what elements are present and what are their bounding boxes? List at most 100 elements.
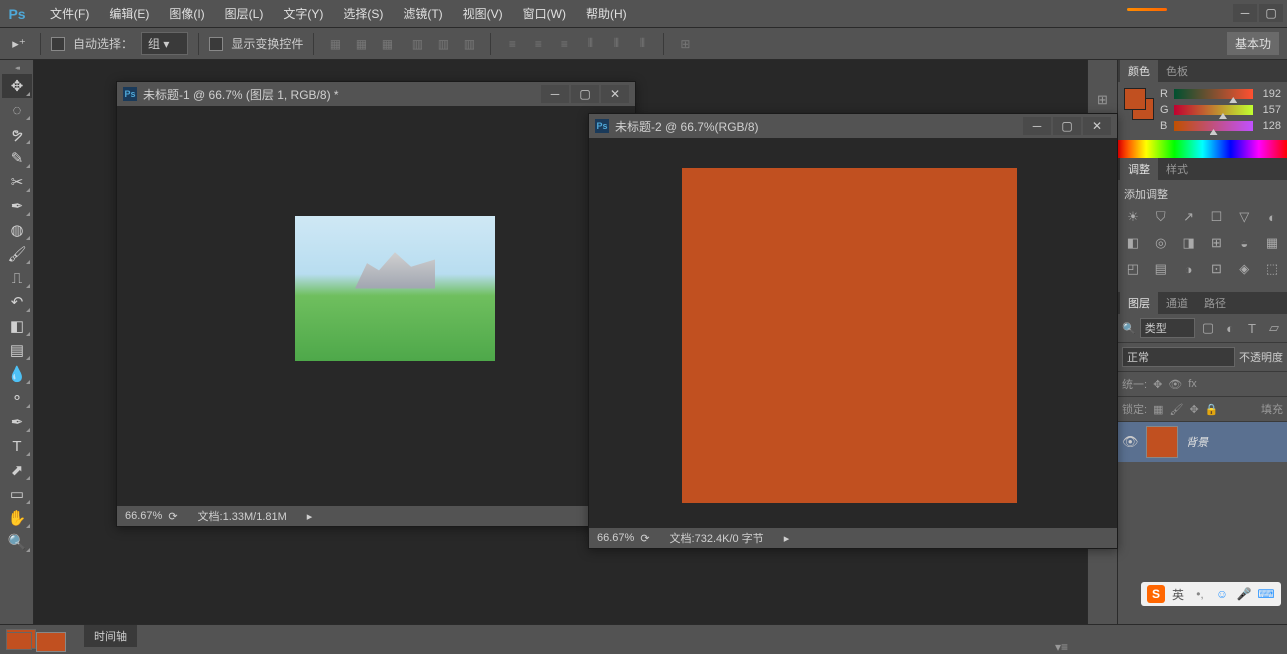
doc2-canvas[interactable] <box>589 138 1117 528</box>
type-tool[interactable]: T <box>2 434 32 458</box>
layer-name-label[interactable]: 背景 <box>1186 434 1208 450</box>
gradient-tool[interactable]: ▤ <box>2 338 32 362</box>
eyedropper-tool[interactable]: ✒ <box>2 194 32 218</box>
selective-color-icon[interactable]: ◑ <box>1180 260 1198 278</box>
vibrance-icon[interactable]: ▽ <box>1235 208 1253 226</box>
align-left-edges-button[interactable]: ▥ <box>406 34 428 54</box>
menu-image[interactable]: 图像(I) <box>159 1 214 26</box>
history-panel-icon[interactable]: ⊞ <box>1093 90 1113 110</box>
doc2-titlebar[interactable]: Ps 未标题-2 @ 66.7%(RGB/8) ─ ▢ ✕ <box>589 114 1117 138</box>
doc1-minimize-button[interactable]: ─ <box>541 85 569 103</box>
play-icon[interactable]: ▸ <box>784 532 790 545</box>
posterize-icon[interactable]: ▦ <box>1263 234 1281 252</box>
play-icon[interactable]: ▸ <box>307 510 313 523</box>
menu-help[interactable]: 帮助(H) <box>576 1 637 26</box>
align-top-edges-button[interactable]: ▦ <box>324 34 346 54</box>
layer-background[interactable]: 👁 背景 <box>1118 422 1287 462</box>
tab-paths[interactable]: 路径 <box>1196 292 1234 314</box>
color-spectrum[interactable] <box>1118 140 1287 158</box>
r-slider[interactable] <box>1174 89 1253 99</box>
ime-lang[interactable]: 英 <box>1169 585 1187 603</box>
adj-icon-5[interactable]: ◈ <box>1235 260 1253 278</box>
photo-filter-icon[interactable]: ◎ <box>1152 234 1170 252</box>
distribute-vcenter-button[interactable]: ≡ <box>527 34 549 54</box>
ime-punct-icon[interactable]: •, <box>1191 585 1209 603</box>
show-transform-checkbox[interactable] <box>209 37 223 51</box>
history-brush-tool[interactable]: ↶ <box>2 290 32 314</box>
threshold-icon[interactable]: ◰ <box>1124 260 1142 278</box>
menu-edit[interactable]: 编辑(E) <box>99 1 159 26</box>
align-right-edges-button[interactable]: ▥ <box>458 34 480 54</box>
ime-keyboard-icon[interactable]: ⌨ <box>1257 585 1275 603</box>
doc1-maximize-button[interactable]: ▢ <box>571 85 599 103</box>
zoom-tool[interactable]: 🔍 <box>2 530 32 554</box>
layer-visibility-icon[interactable]: 👁 <box>1122 434 1138 450</box>
window-maximize-button[interactable]: ▢ <box>1259 4 1283 22</box>
unify-vis-icon[interactable]: 👁 <box>1168 378 1182 391</box>
ime-bar[interactable]: S 英 •, ☺ 🎤 ⌨ <box>1141 582 1281 606</box>
doc2-maximize-button[interactable]: ▢ <box>1053 117 1081 135</box>
b-slider[interactable] <box>1174 121 1253 131</box>
channel-mixer-icon[interactable]: ◨ <box>1180 234 1198 252</box>
ime-emoji-icon[interactable]: ☺ <box>1213 585 1231 603</box>
distribute-top-button[interactable]: ≡ <box>501 34 523 54</box>
menu-filter[interactable]: 滤镜(T) <box>393 1 452 26</box>
adj-icon-4[interactable]: ⊡ <box>1208 260 1226 278</box>
color-lookup-icon[interactable]: ⊞ <box>1208 234 1226 252</box>
lock-pixels-icon[interactable]: 🖌 <box>1169 403 1183 416</box>
auto-select-checkbox[interactable] <box>51 37 65 51</box>
unify-pos-icon[interactable]: ✥ <box>1153 378 1162 391</box>
menu-view[interactable]: 视图(V) <box>453 1 513 26</box>
g-slider[interactable] <box>1174 105 1253 115</box>
clone-stamp-tool[interactable]: ⎍ <box>2 266 32 290</box>
ime-mic-icon[interactable]: 🎤 <box>1235 585 1253 603</box>
toolbox-handle[interactable] <box>0 64 33 72</box>
r-value[interactable]: 192 <box>1257 88 1281 100</box>
document-window-2[interactable]: Ps 未标题-2 @ 66.7%(RGB/8) ─ ▢ ✕ 66.67%⟳ 文档… <box>588 113 1118 549</box>
crop-tool[interactable]: ✂ <box>2 170 32 194</box>
levels-icon[interactable]: ⛉ <box>1152 208 1170 226</box>
invert-icon[interactable]: ◒ <box>1235 234 1253 252</box>
doc1-titlebar[interactable]: Ps 未标题-1 @ 66.7% (图层 1, RGB/8) * ─ ▢ ✕ <box>117 82 635 106</box>
path-select-tool[interactable]: ⬈ <box>2 458 32 482</box>
move-tool[interactable]: ✥ <box>2 74 32 98</box>
menu-type[interactable]: 文字(Y) <box>273 1 333 26</box>
g-value[interactable]: 157 <box>1257 104 1281 116</box>
fg-bg-swatch[interactable] <box>1124 88 1154 123</box>
filter-type-icon[interactable]: T <box>1243 319 1261 337</box>
align-vcenter-button[interactable]: ▦ <box>350 34 372 54</box>
bw-icon[interactable]: ◧ <box>1124 234 1142 252</box>
timeline-tab[interactable]: 时间轴 <box>84 625 137 647</box>
rotate-icon[interactable]: ⟳ <box>640 532 649 545</box>
doc2-close-button[interactable]: ✕ <box>1083 117 1111 135</box>
tab-swatches[interactable]: 色板 <box>1158 60 1196 82</box>
adj-icon-6[interactable]: ⬚ <box>1263 260 1281 278</box>
healing-brush-tool[interactable]: ◍ <box>2 218 32 242</box>
auto-align-button[interactable]: ⊞ <box>674 34 696 54</box>
gradient-map-icon[interactable]: ▤ <box>1152 260 1170 278</box>
marquee-tool[interactable]: ◌ <box>2 98 32 122</box>
pen-tool[interactable]: ✒ <box>2 410 32 434</box>
menu-layer[interactable]: 图层(L) <box>215 1 274 26</box>
lasso-tool[interactable]: ຯ <box>2 122 32 146</box>
top-slider[interactable] <box>1127 8 1177 18</box>
unify-style-icon[interactable]: fx <box>1188 378 1197 390</box>
distribute-left-button[interactable]: ⦀ <box>579 34 601 54</box>
quick-select-tool[interactable]: ✎ <box>2 146 32 170</box>
curves-icon[interactable]: ↗ <box>1180 208 1198 226</box>
filter-img-icon[interactable]: ▢ <box>1199 319 1217 337</box>
b-value[interactable]: 128 <box>1257 120 1281 132</box>
brush-tool[interactable]: 🖌 <box>2 242 32 266</box>
auto-select-dropdown[interactable]: 组 ▾ <box>141 32 188 55</box>
distribute-hcenter-button[interactable]: ⦀ <box>605 34 627 54</box>
layer-thumbnail[interactable] <box>1146 426 1178 458</box>
tab-channels[interactable]: 通道 <box>1158 292 1196 314</box>
lock-position-icon[interactable]: ✥ <box>1189 403 1198 416</box>
dodge-tool[interactable]: ⚬ <box>2 386 32 410</box>
window-minimize-button[interactable]: ─ <box>1233 4 1257 22</box>
shape-tool[interactable]: ▭ <box>2 482 32 506</box>
blend-mode-dropdown[interactable]: 正常 <box>1122 347 1235 367</box>
filter-shape-icon[interactable]: ▱ <box>1265 319 1283 337</box>
document-window-1[interactable]: Ps 未标题-1 @ 66.7% (图层 1, RGB/8) * ─ ▢ ✕ 6… <box>116 81 636 527</box>
tab-styles[interactable]: 样式 <box>1158 158 1196 180</box>
